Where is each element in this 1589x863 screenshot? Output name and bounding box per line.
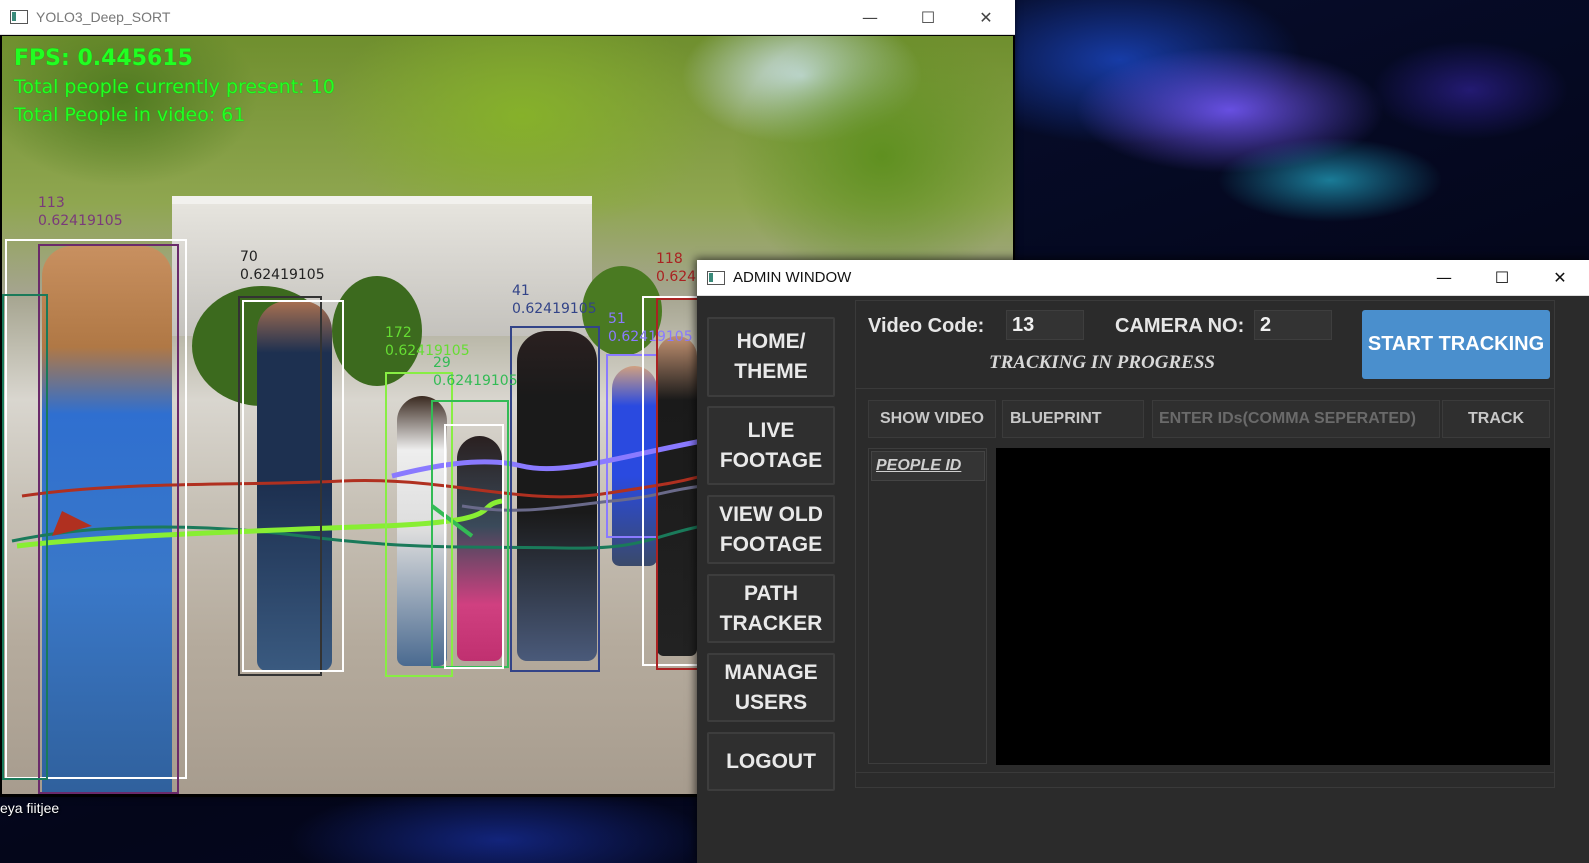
nav-manage-users-button[interactable]: MANAGE USERS <box>707 653 835 722</box>
fps-readout: FPS: 0.445615 <box>14 46 193 71</box>
show-video-button[interactable]: SHOW VIDEO <box>868 400 996 438</box>
detection-id: 29 <box>433 355 451 371</box>
detection-score: 0.62419105 <box>512 301 597 317</box>
detection-score: 0.62419105 <box>38 213 123 229</box>
admin-window-title: ADMIN WINDOW <box>733 269 852 286</box>
bounding-box <box>38 244 179 794</box>
track-button[interactable]: TRACK <box>1442 400 1550 438</box>
video-code-label: Video Code: <box>868 315 985 337</box>
detection-id: 113 <box>38 195 65 211</box>
close-icon[interactable]: ✕ <box>1531 260 1589 295</box>
panel-divider <box>855 388 1555 389</box>
current-people-count: Total people currently present: 10 <box>14 76 335 98</box>
bounding-box <box>242 300 344 672</box>
app-window-icon <box>10 10 28 24</box>
nav-view-old-footage-button[interactable]: VIEW OLD FOOTAGE <box>707 495 835 564</box>
detection-id: 118 <box>656 251 683 267</box>
total-people-count: Total People in video: 61 <box>14 104 246 126</box>
start-tracking-button[interactable]: START TRACKING <box>1362 310 1550 379</box>
minimize-icon[interactable]: — <box>1415 260 1473 295</box>
detection-label: 29 0.62419105 <box>433 354 518 390</box>
close-icon[interactable]: ✕ <box>957 0 1015 35</box>
bounding-box <box>510 326 600 672</box>
camera-no-label: CAMERA NO: <box>1115 315 1245 337</box>
detection-score: 0.624 <box>656 269 697 285</box>
camera-no-input[interactable]: 2 <box>1254 310 1332 340</box>
blueprint-display <box>996 448 1550 765</box>
bounding-box <box>2 294 48 780</box>
video-window-titlebar[interactable]: YOLO3_Deep_SORT — ☐ ✕ <box>0 0 1015 35</box>
video-window-title: YOLO3_Deep_SORT <box>36 9 171 25</box>
detection-id: 70 <box>240 249 258 265</box>
ids-input[interactable]: ENTER IDs(COMMA SEPERATED) <box>1152 400 1440 438</box>
detection-score: 0.62419105 <box>433 373 518 389</box>
detection-label: 41 0.62419105 <box>512 282 597 318</box>
panel-divider <box>855 772 1555 773</box>
nav-home-theme-button[interactable]: HOME/ THEME <box>707 317 835 397</box>
admin-window: ADMIN WINDOW — ☐ ✕ HOME/ THEME LIVE FOOT… <box>697 260 1589 863</box>
minimize-icon[interactable]: — <box>841 0 899 35</box>
tracking-status: TRACKING IN PROGRESS <box>989 352 1215 373</box>
maximize-icon[interactable]: ☐ <box>1473 260 1531 295</box>
detection-id: 51 <box>608 311 626 327</box>
detection-label: 51 0.62419105 <box>608 310 693 346</box>
detection-label: 118 0.624 <box>656 250 696 286</box>
detection-score: 0.62419105 <box>240 267 325 283</box>
people-id-header[interactable]: PEOPLE ID <box>871 451 985 481</box>
detection-id: 41 <box>512 283 530 299</box>
detection-score: 0.62419105 <box>608 329 693 345</box>
nav-live-footage-button[interactable]: LIVE FOOTAGE <box>707 406 835 485</box>
bounding-box <box>444 424 504 669</box>
detection-label: 70 0.62419105 <box>240 248 325 284</box>
people-id-list[interactable]: PEOPLE ID <box>868 448 987 764</box>
desktop-icon-label[interactable]: eya fiitjee <box>0 800 59 816</box>
video-code-input[interactable]: 13 <box>1006 310 1084 340</box>
logout-button[interactable]: LOGOUT <box>707 732 835 791</box>
detection-label: 113 0.62419105 <box>38 194 123 230</box>
maximize-icon[interactable]: ☐ <box>899 0 957 35</box>
admin-window-titlebar[interactable]: ADMIN WINDOW — ☐ ✕ <box>697 260 1589 296</box>
nav-path-tracker-button[interactable]: PATH TRACKER <box>707 574 835 643</box>
app-window-icon <box>707 270 725 285</box>
blueprint-button[interactable]: BLUEPRINT <box>1002 400 1144 438</box>
detection-id: 172 <box>385 325 412 341</box>
